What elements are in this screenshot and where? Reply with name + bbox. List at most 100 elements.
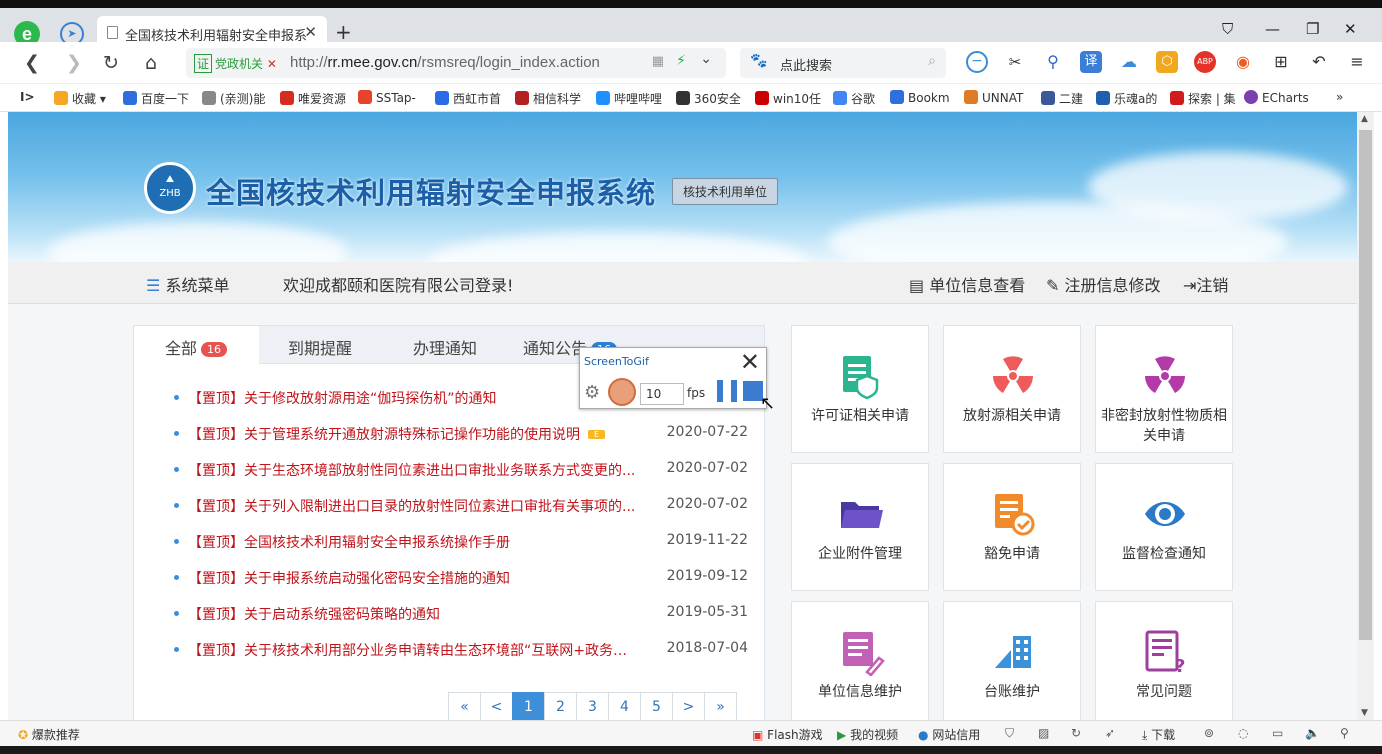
card-inspection-notice[interactable]: 监督检查通知 [1095, 463, 1233, 591]
location-icon[interactable]: ◉ [1232, 51, 1254, 73]
refresh-circle-icon[interactable]: ↻ [1071, 726, 1081, 740]
flash-games-link[interactable]: ▣ Flash游戏 [752, 726, 823, 743]
reload-icon[interactable]: ↻ [103, 52, 119, 74]
search-icon[interactable]: ⌕ [928, 53, 936, 69]
close-icon[interactable]: ✕ [740, 348, 760, 376]
bookmark-item[interactable]: 探索 | 集 [1170, 90, 1236, 107]
unit-info-link[interactable]: ▤ 单位信息查看 [909, 272, 1025, 296]
grid-icon[interactable]: ⊞ [1270, 51, 1292, 73]
pager-prev[interactable]: < [480, 692, 513, 720]
bookmark-item[interactable]: UNNAT [964, 90, 1023, 105]
bookmark-item[interactable]: ECharts [1244, 90, 1309, 105]
cookie-icon[interactable]: ⊚ [1204, 726, 1214, 740]
bookmark-item[interactable]: 西虹市首 [435, 90, 501, 107]
minus-circle-icon[interactable]: − [966, 51, 988, 73]
shield-status-icon[interactable]: ⛉ [1005, 726, 1014, 741]
bookmark-item[interactable]: 乐魂a的 [1096, 90, 1157, 107]
site-credit-link[interactable]: ● 网站信用 [918, 726, 980, 743]
pause-icon[interactable] [717, 380, 737, 402]
forward-button[interactable]: ❯ [66, 52, 82, 74]
shield-icon[interactable]: ⬡ [1156, 51, 1178, 73]
pager-last[interactable]: » [704, 692, 737, 720]
pager-page[interactable]: 2 [544, 692, 577, 720]
system-menu-button[interactable]: ☰ 系统菜单 [146, 272, 229, 296]
back-button[interactable]: ❮ [24, 52, 40, 74]
record-button[interactable] [608, 378, 636, 406]
close-window-button[interactable]: ✕ [1344, 20, 1357, 38]
bookmark-item[interactable]: 二建 [1041, 90, 1083, 107]
window-icon[interactable]: ▭ [1272, 726, 1283, 740]
bookmark-item[interactable]: win10任 [755, 90, 821, 107]
zoom-icon[interactable]: ⚲ [1340, 726, 1349, 740]
menu-icon[interactable]: ≡ [1346, 51, 1368, 73]
bookmark-item[interactable]: (亲测)能 [202, 90, 265, 107]
scroll-down-icon[interactable]: ▼ [1361, 708, 1368, 718]
search-box[interactable]: 🐾 点此搜索 ⌕ [740, 48, 946, 78]
mouse-cursor-icon: ↖ [760, 393, 776, 414]
bookmark-item[interactable]: 360安全 [676, 90, 741, 107]
pager-next[interactable]: > [672, 692, 705, 720]
volume-icon[interactable]: 🔈 [1305, 726, 1320, 740]
pager-page[interactable]: 1 [512, 692, 545, 720]
chevron-down-icon[interactable]: ⌄ [700, 51, 712, 67]
search-icon[interactable]: ⚲ [1042, 51, 1064, 73]
new-tab-button[interactable]: + [335, 20, 352, 44]
bookmark-item[interactable]: Bookm [890, 90, 950, 105]
logout-link[interactable]: ⇥注销 [1183, 272, 1228, 296]
card-unit-info-maintenance[interactable]: 单位信息维护 [791, 601, 929, 720]
fps-input[interactable]: 10 [640, 383, 684, 405]
site-menu-bar: ☰ 系统菜单 欢迎成都颐和医院有限公司登录! ▤ 单位信息查看 ✎ 注册信息修改… [8, 262, 1357, 304]
tab-all[interactable]: 全部 16 [134, 326, 260, 364]
bookmarks-more-button[interactable]: » [1336, 90, 1343, 104]
rocket-icon[interactable]: ➶ [1105, 726, 1115, 740]
downloads-link[interactable]: ⤓ 下载 [1142, 726, 1175, 743]
image-icon[interactable]: ▨ [1038, 726, 1049, 740]
maximize-button[interactable]: ❐ [1306, 20, 1319, 38]
edge-icon[interactable]: ◌ [1238, 726, 1248, 740]
certificate-badge[interactable]: 证党政机关 ✕ [194, 54, 277, 73]
pager-page[interactable]: 4 [608, 692, 641, 720]
card-unsealed-material-application[interactable]: 非密封放射性物质相关申请 [1095, 325, 1233, 453]
bookmark-item[interactable]: SSTap- [358, 90, 416, 105]
qr-code-icon[interactable]: ▦ [652, 54, 664, 69]
my-videos-link[interactable]: ▶ 我的视频 [837, 726, 898, 743]
card-exemption-application[interactable]: 豁免申请 [943, 463, 1081, 591]
eye-icon [1145, 502, 1185, 526]
gear-icon[interactable]: ⚙ [584, 382, 600, 403]
page-scrollbar[interactable]: ▲ ▼ [1357, 112, 1374, 720]
bookmark-item[interactable]: 唯爱资源 [280, 90, 346, 107]
pager-page[interactable]: 5 [640, 692, 673, 720]
card-attachment-management[interactable]: 企业附件管理 [791, 463, 929, 591]
bookmark-item[interactable]: 哔哩哔哩 [596, 90, 662, 107]
scroll-up-icon[interactable]: ▲ [1361, 114, 1368, 124]
pager-first[interactable]: « [448, 692, 481, 720]
url-text[interactable]: http://rr.mee.gov.cn/rsmsreq/login_index… [290, 54, 600, 71]
bookmark-item[interactable]: 收藏 ▾ [54, 90, 106, 107]
speed-mode-icon[interactable]: ⚡ [676, 53, 686, 69]
shirt-skin-icon[interactable]: ⛉ [1222, 20, 1233, 38]
tab-processing[interactable]: 办理通知 [413, 335, 477, 359]
minimize-button[interactable]: — [1265, 20, 1280, 38]
bookmark-item[interactable]: 谷歌 [833, 90, 875, 107]
hot-recommend-link[interactable]: ✪ 爆款推荐 [18, 726, 80, 743]
card-license-application[interactable]: 许可证相关申请 [791, 325, 929, 453]
tab-expiry[interactable]: 到期提醒 [288, 335, 352, 359]
scissors-icon[interactable]: ✂ [1004, 51, 1026, 73]
bookmark-item[interactable]: 相信科学 [515, 90, 581, 107]
translate-icon[interactable]: 译 [1080, 51, 1102, 73]
sidebar-toggle-icon[interactable]: I> [20, 90, 35, 104]
card-radioactive-source-application[interactable]: 放射源相关申请 [943, 325, 1081, 453]
pager-page[interactable]: 3 [576, 692, 609, 720]
address-bar[interactable]: 证党政机关 ✕ http://rr.mee.gov.cn/rsmsreq/log… [186, 48, 726, 78]
adblock-icon[interactable]: ABP [1194, 51, 1216, 73]
edit-registration-link[interactable]: ✎ 注册信息修改 [1046, 272, 1161, 296]
bookmark-item[interactable]: 百度一下 [123, 90, 189, 107]
tab-close-icon[interactable]: ✕ [304, 23, 317, 41]
card-ledger-maintenance[interactable]: 台账维护 [943, 601, 1081, 720]
card-faq[interactable]: ? 常见问题 [1095, 601, 1233, 720]
home-icon[interactable]: ⌂ [145, 52, 157, 74]
undo-icon[interactable]: ↶ [1308, 51, 1330, 73]
cloud-icon[interactable]: ☁ [1118, 51, 1140, 73]
license-shield-icon [843, 356, 879, 400]
scroll-thumb[interactable] [1359, 130, 1372, 640]
